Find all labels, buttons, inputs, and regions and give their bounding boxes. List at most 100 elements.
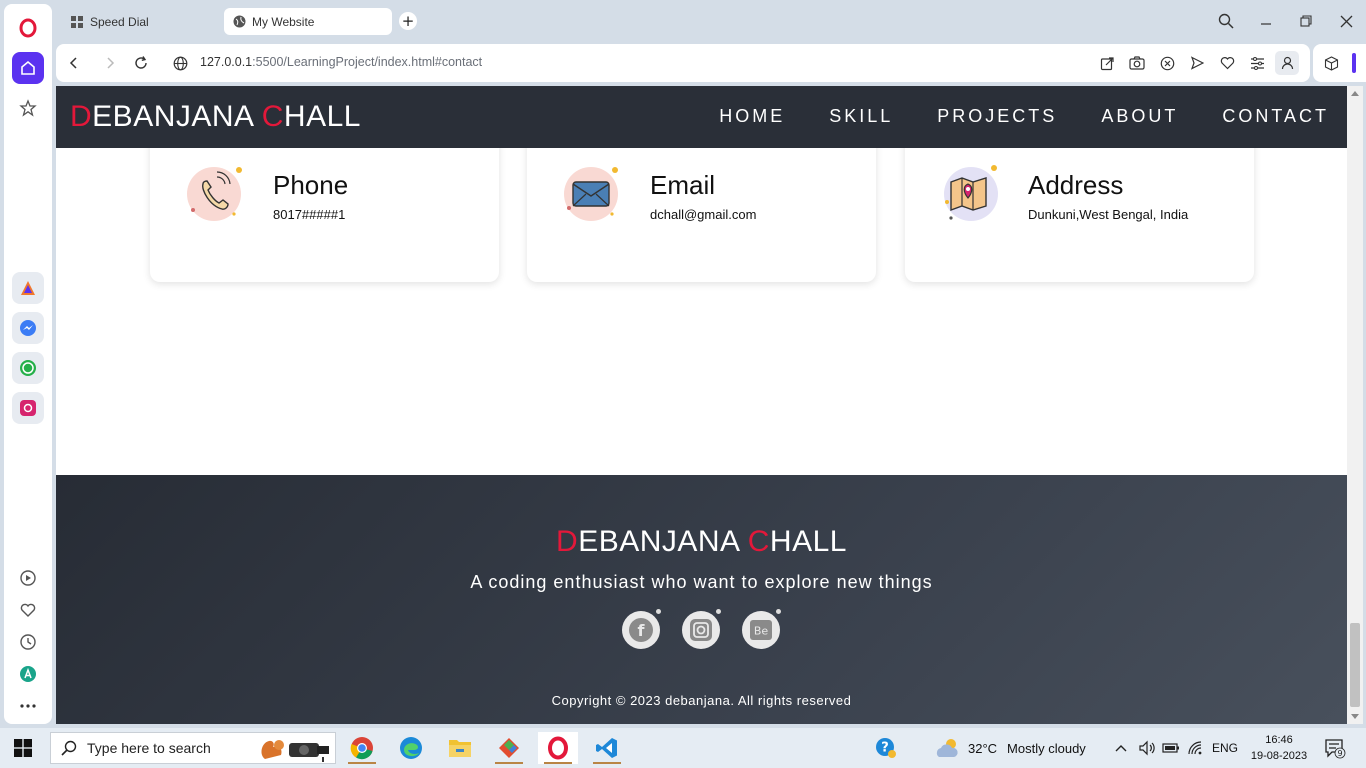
back-icon[interactable] <box>64 53 84 73</box>
file-explorer-taskbar-icon[interactable] <box>440 732 480 764</box>
footer-brand: DEBANJANA CHALL <box>56 525 1347 559</box>
help-icon[interactable]: ? <box>874 728 898 768</box>
heart-icon[interactable] <box>12 594 44 626</box>
history-clock-icon[interactable] <box>12 626 44 658</box>
weather-widget[interactable]: 32°C Mostly cloudy <box>934 728 1086 768</box>
page-viewport: Phone 8017#####1 Email dchall@gmail.com <box>56 86 1356 724</box>
forward-icon[interactable] <box>100 53 120 73</box>
nav-projects[interactable]: PROJECTS <box>937 106 1057 127</box>
aria-a-icon[interactable] <box>12 658 44 690</box>
more-icon[interactable] <box>12 690 44 722</box>
tab-label: My Website <box>252 14 315 29</box>
behance-link[interactable]: Be <box>742 609 781 649</box>
copyright-text: Copyright © 2023 debanjana. All rights r… <box>551 693 852 708</box>
git-taskbar-icon[interactable] <box>489 732 529 764</box>
aria-icon[interactable] <box>12 272 44 304</box>
contact-title: Phone <box>273 170 349 200</box>
easy-setup-icon[interactable] <box>1247 53 1267 73</box>
instagram-icon[interactable] <box>12 392 44 424</box>
nav-home[interactable]: HOME <box>719 106 785 127</box>
messenger-icon[interactable] <box>12 312 44 344</box>
brand-text: HALL <box>283 100 361 133</box>
svg-text:?: ? <box>881 741 889 756</box>
restore-icon[interactable] <box>1294 10 1318 32</box>
opera-taskbar-icon[interactable] <box>538 732 578 764</box>
site-brand[interactable]: DEBANJANA CHALL <box>70 100 361 134</box>
new-tab-button[interactable]: + <box>399 12 417 30</box>
site-nav: HOME SKILL PROJECTS ABOUT CONTACT <box>719 106 1347 127</box>
brand-text: EBANJANA <box>92 100 262 133</box>
wifi-icon[interactable] <box>1187 728 1205 768</box>
send-icon[interactable] <box>1187 53 1207 73</box>
site-footer: DEBANJANA CHALL A coding enthusiast who … <box>56 475 1347 724</box>
profile-icon[interactable] <box>1275 51 1299 75</box>
opera-sidebar <box>4 4 52 724</box>
opera-logo-icon[interactable] <box>12 12 44 44</box>
globe-icon <box>232 15 246 29</box>
home-icon[interactable] <box>12 52 44 84</box>
vscode-taskbar-icon[interactable] <box>587 732 627 764</box>
running-indicator <box>593 762 621 764</box>
bookmarks-star-icon[interactable] <box>12 92 44 124</box>
taskbar-search-input[interactable]: Type here to search <box>50 732 336 764</box>
running-indicator <box>348 762 376 764</box>
page-scrollbar[interactable] <box>1347 86 1363 724</box>
nav-contact[interactable]: CONTACT <box>1222 106 1329 127</box>
edge-taskbar-icon[interactable] <box>391 732 431 764</box>
language-indicator[interactable]: ENG <box>1212 728 1238 768</box>
whatsapp-icon[interactable] <box>12 352 44 384</box>
windows-taskbar: Type here to search ? 32°C Mostly cloudy… <box>0 728 1366 768</box>
phone-icon <box>186 162 246 222</box>
map-icon <box>941 162 1001 222</box>
favorite-heart-icon[interactable] <box>1217 53 1237 73</box>
volume-icon[interactable] <box>1138 728 1156 768</box>
search-highlight-squirrel-icon <box>261 740 329 762</box>
chrome-taskbar-icon[interactable] <box>342 732 382 764</box>
footer-tagline: A coding enthusiast who want to explore … <box>470 572 933 592</box>
battery-icon[interactable] <box>1162 728 1180 768</box>
show-hidden-icons-chevron-icon[interactable] <box>1114 728 1128 768</box>
sidebar-accent-bar <box>1352 53 1356 73</box>
weather-temp: 32°C <box>968 740 998 756</box>
taskbar-clock[interactable]: 16:46 19-08-2023 <box>1249 732 1309 764</box>
adblock-icon[interactable] <box>1157 53 1177 73</box>
decor-dot <box>776 609 781 614</box>
reload-icon[interactable] <box>131 53 151 73</box>
brand-initial: C <box>261 100 284 133</box>
search-tabs-icon[interactable] <box>1214 10 1238 32</box>
camera-icon[interactable] <box>1127 53 1147 73</box>
nav-skill[interactable]: SKILL <box>829 106 893 127</box>
site-info-globe-icon[interactable] <box>170 53 190 73</box>
brand-initial: D <box>556 525 579 558</box>
windows-start-icon[interactable] <box>14 739 32 757</box>
scroll-down-arrow[interactable] <box>1351 714 1359 719</box>
tab-my-website[interactable]: My Website <box>224 8 392 35</box>
instagram-link[interactable] <box>682 609 721 649</box>
facebook-link[interactable]: f <box>622 609 661 649</box>
contact-value: dchall@gmail.com <box>650 207 757 222</box>
contact-title: Address <box>1028 170 1124 200</box>
behance-icon: Be <box>750 620 772 640</box>
running-indicator <box>544 762 572 764</box>
extensions-cube-icon[interactable] <box>1321 53 1341 73</box>
scroll-thumb[interactable] <box>1350 623 1360 707</box>
search-icon <box>61 740 77 756</box>
share-icon[interactable] <box>1097 53 1117 73</box>
facebook-icon: f <box>629 618 653 642</box>
scroll-up-arrow[interactable] <box>1351 91 1359 96</box>
nav-about[interactable]: ABOUT <box>1101 106 1178 127</box>
url-field[interactable]: 127.0.0.1:5500/LearningProject/index.htm… <box>200 55 482 69</box>
minimize-icon[interactable] <box>1254 10 1278 32</box>
notification-center-icon[interactable]: 9 <box>1324 728 1346 768</box>
grid-icon <box>70 15 84 29</box>
running-indicator <box>495 762 523 764</box>
player-icon[interactable] <box>12 562 44 594</box>
contact-value: Dunkuni,West Bengal, India <box>1028 207 1189 222</box>
contact-value: 8017#####1 <box>273 207 346 222</box>
cloud-sun-icon <box>936 739 958 757</box>
tab-speed-dial[interactable]: Speed Dial <box>62 8 230 35</box>
decor-dot <box>656 609 661 614</box>
close-icon[interactable] <box>1334 10 1358 32</box>
extensions-area <box>1313 44 1366 82</box>
svg-text:Be: Be <box>754 625 769 638</box>
